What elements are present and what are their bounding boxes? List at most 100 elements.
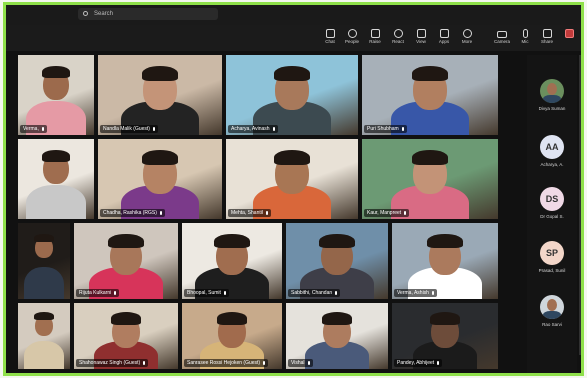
participant-name: Sabbithi, Chandan (291, 290, 333, 296)
participant-list-name: Rao Sarvi (542, 322, 562, 327)
leave-button[interactable] (557, 27, 581, 49)
video-tile[interactable]: Pandey, Abhijeet (392, 303, 498, 369)
participant-hair (411, 150, 449, 166)
video-tile[interactable]: Acharya, Avinash (226, 55, 358, 135)
participant-hair (214, 233, 250, 248)
mic-muted-icon (152, 126, 155, 131)
participant-name-label: Verma, Ashish (394, 289, 437, 297)
video-tile[interactable]: Sanrasee Rossi Hejoken (Guest) (182, 303, 282, 369)
participant-name-label: Sabbithi, Chandan (288, 289, 341, 297)
mic-muted-icon (437, 360, 440, 365)
mic-muted-icon (404, 210, 407, 215)
video-tile[interactable]: Vishal (286, 303, 388, 369)
participant-hair (429, 312, 461, 325)
participant-hair (216, 312, 248, 325)
participant-name: Sanrasee Rossi Hejoken (Guest) (187, 360, 261, 366)
view-icon (416, 29, 426, 38)
mic-muted-icon (223, 290, 226, 295)
participant-hair (273, 150, 311, 166)
participant-name-label: Pandey, Abhijeet (394, 359, 443, 367)
participant-name: Nandla Malik (Guest) (103, 126, 150, 132)
participant-hair (34, 312, 54, 321)
video-tile[interactable]: Nandla Malik (Guest) (98, 55, 222, 135)
title-bar: Search (6, 5, 581, 26)
participant-name: Kaur, Manpreet (367, 210, 402, 216)
participant-body (26, 185, 86, 219)
participant-hair (110, 312, 142, 325)
mic-muted-icon (431, 290, 434, 295)
raise-hand-button[interactable]: Raise (363, 27, 387, 49)
video-tile[interactable]: Puri Shubham (362, 55, 498, 135)
participant-list-name: Dr Gopal S. (540, 214, 564, 219)
participant-name: Verma, (23, 126, 39, 132)
participant-list-item[interactable]: AA Acharya, A. (527, 135, 577, 167)
participant-list-name: Acharya, A. (540, 162, 564, 167)
participant-name: Vishal (291, 360, 305, 366)
video-tile[interactable] (18, 303, 70, 369)
video-tile[interactable] (18, 223, 70, 299)
participants-panel: Divya Suman AA Acharya, A. DS Dr Gopal S. SP P… (527, 55, 577, 373)
more-button[interactable]: More (455, 27, 479, 49)
participant-list-item[interactable]: DS Dr Gopal S. (527, 187, 577, 219)
participant-name-label: Chadha, Rashika (RGS) (100, 209, 165, 217)
participant-hair (34, 233, 54, 242)
people-button[interactable]: People (340, 27, 364, 49)
participant-name: Pandey, Abhijeet (397, 360, 435, 366)
participant-name: Bhoopal, Sumit (187, 290, 221, 296)
avatar (540, 79, 564, 103)
mic-muted-icon (307, 360, 310, 365)
participant-name: Acharya, Avinash (231, 126, 270, 132)
participant-name-label: Bhoopal, Sumit (184, 289, 229, 297)
participant-list-item[interactable]: Divya Suman (527, 79, 577, 111)
participant-name-label: Kaur, Manpreet (364, 209, 410, 217)
search-input[interactable]: Search (78, 8, 218, 20)
participant-name-label: Verma, (20, 125, 47, 133)
apps-button[interactable]: Apps (432, 27, 456, 49)
mic-button[interactable]: Mic (513, 27, 537, 49)
participant-hair (427, 233, 463, 248)
camera-button[interactable]: Camera (490, 27, 514, 49)
video-tile[interactable]: Verma, Ashish (392, 223, 498, 299)
avatar-body (543, 311, 561, 319)
video-tile[interactable]: Mehta, Shantil (226, 139, 358, 219)
mic-muted-icon (401, 126, 404, 131)
avatar (540, 295, 564, 319)
avatar: SP (540, 241, 564, 265)
participant-name-label: Mehta, Shantil (228, 209, 271, 217)
view-button[interactable]: View (409, 27, 433, 49)
mic-muted-icon (114, 290, 117, 295)
participant-name-label: Acharya, Avinash (228, 125, 278, 133)
share-button[interactable]: Share (535, 27, 559, 49)
video-tile[interactable]: Verma, (18, 55, 94, 135)
participant-hair (141, 66, 179, 82)
video-grid: Verma, Nandla Malik (Guest) Acharya, Avina… (18, 55, 498, 369)
video-tile[interactable]: Chadha, Rashika (RGS) (98, 139, 222, 219)
share-icon (542, 29, 552, 38)
participant-name: Shahonawaz Singh (Guest) (79, 360, 141, 366)
video-tile[interactable] (18, 139, 94, 219)
participant-list-item[interactable]: SP Prasad, Sunil (527, 241, 577, 273)
participant-body (23, 341, 65, 369)
meeting-window: Search Chat People Raise React View Apps… (3, 2, 584, 376)
participant-name-label: Nandla Malik (Guest) (100, 125, 158, 133)
participant-name-label: Rijuta Kulkarni (76, 289, 120, 297)
participant-name-label: Vishal (288, 359, 313, 367)
react-button[interactable]: React (386, 27, 410, 49)
mic-muted-icon (272, 126, 275, 131)
video-tile[interactable]: Sabbithi, Chandan (286, 223, 388, 299)
video-tile[interactable]: Kaur, Manpreet (362, 139, 498, 219)
participant-list-item[interactable]: Rao Sarvi (527, 295, 577, 327)
mic-muted-icon (265, 210, 268, 215)
apps-icon (439, 29, 449, 38)
avatar-face (547, 83, 557, 95)
avatar-face (547, 299, 557, 311)
video-tile[interactable]: Bhoopal, Sumit (182, 223, 282, 299)
chat-button[interactable]: Chat (318, 27, 342, 49)
meeting-toolbar: Chat People Raise React View Apps More C… (6, 25, 581, 51)
mic-muted-icon (335, 290, 338, 295)
panel-scrollbar[interactable] (579, 55, 581, 355)
participant-hair (141, 150, 179, 166)
video-tile[interactable]: Shahonawaz Singh (Guest) (74, 303, 178, 369)
video-tile[interactable]: Rijuta Kulkarni (74, 223, 178, 299)
mic-muted-icon (41, 126, 44, 131)
